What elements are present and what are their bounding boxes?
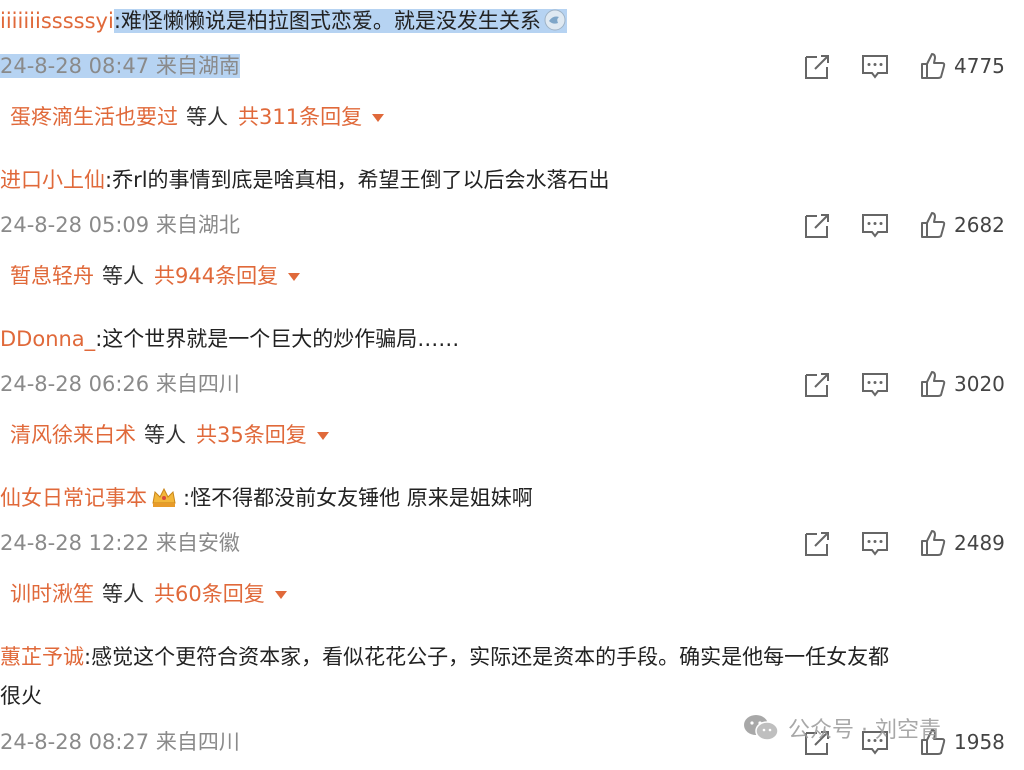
bubble-emoji-icon [543, 8, 567, 32]
reply-username[interactable]: 训时湫笙 [10, 582, 94, 606]
share-icon[interactable] [802, 48, 832, 84]
reply-others-label: 等人 [186, 105, 228, 129]
reply-summary[interactable]: 训时湫笙 等人 共60条回复 [10, 578, 287, 608]
reply-summary[interactable]: 蛋疼滴生活也要过 等人 共311条回复 [10, 101, 385, 131]
comment-username[interactable]: iiiiiiisssssyi [0, 9, 114, 33]
comment-meta: 24-8-28 12:22 来自安徽 [0, 531, 240, 555]
like-button[interactable]: 4775 [920, 48, 1005, 84]
like-count: 2682 [954, 213, 1005, 237]
reply-username[interactable]: 蛋疼滴生活也要过 [10, 105, 178, 129]
share-icon[interactable] [802, 525, 832, 561]
watermark-text: 公众号 · 刘空青 [788, 718, 941, 743]
comment-body: 感觉这个更符合资本家，看似花花公子，实际还是资本的手段。确实是他每一任女友都 [91, 645, 890, 669]
thumbs-up-icon [921, 212, 946, 238]
like-count: 1958 [954, 730, 1005, 754]
comment-item: 进口小上仙:乔rl的事情到底是啥真相，希望王倒了以后会水落石出 24-8-28 … [0, 159, 1024, 318]
like-count: 2489 [954, 531, 1005, 555]
colon: : [113, 9, 121, 33]
reply-count[interactable]: 共35条回复 [196, 423, 307, 447]
comment-actions: 2682 [802, 207, 1024, 243]
meta-text: 24-8-28 08:47 来自湖南 [0, 54, 240, 78]
comment-icon[interactable] [860, 48, 890, 84]
thumbs-up-icon [921, 371, 946, 397]
comment-meta: 24-8-28 08:47 来自湖南 [0, 50, 240, 80]
thumbs-up-icon [921, 530, 946, 556]
comment-item: iiiiiiisssssyi:难怪懒懒说是柏拉图式恋爱。就是没发生关系 24-8… [0, 0, 1024, 159]
comment-text-line: 进口小上仙:乔rl的事情到底是啥真相，希望王倒了以后会水落石出 [0, 165, 1014, 195]
comment-username[interactable]: 进口小上仙 [0, 168, 105, 192]
like-button[interactable]: 3020 [920, 366, 1005, 402]
comment-username[interactable]: 仙女日常记事本 [0, 486, 147, 510]
reply-others-label: 等人 [144, 423, 186, 447]
comment-actions: 3020 [802, 366, 1024, 402]
comment-username[interactable]: DDonna_ [0, 327, 95, 351]
like-button[interactable]: 2682 [920, 207, 1005, 243]
caret-down-icon[interactable] [274, 591, 287, 599]
comment-icon[interactable] [860, 525, 890, 561]
comment-body: 这个世界就是一个巨大的炒作骗局…… [102, 327, 460, 351]
share-icon[interactable] [802, 366, 832, 402]
share-icon[interactable] [802, 207, 832, 243]
comment-username[interactable]: 蕙芷予诚 [0, 645, 84, 669]
comment-text-line: iiiiiiisssssyi:难怪懒懒说是柏拉图式恋爱。就是没发生关系 [0, 6, 1014, 36]
comment-text-line: DDonna_:这个世界就是一个巨大的炒作骗局…… [0, 324, 1014, 354]
reply-summary[interactable]: 清风徐来白术 等人 共35条回复 [10, 419, 329, 449]
comment-icon[interactable] [860, 207, 890, 243]
comment-text-line: 蕙芷予诚:感觉这个更符合资本家，看似花花公子，实际还是资本的手段。确实是他每一任… [0, 642, 1014, 672]
comment-meta: 24-8-28 05:09 来自湖北 [0, 213, 240, 237]
comment-body: 怪不得都没前女友锤他 原来是姐妹啊 [190, 486, 533, 510]
caret-down-icon[interactable] [372, 114, 385, 122]
reply-summary[interactable]: 暂息轻舟 等人 共944条回复 [10, 260, 301, 290]
comment-body: 乔rl的事情到底是啥真相，希望王倒了以后会水落石出 [112, 168, 610, 192]
comment-actions: 2489 [802, 525, 1024, 561]
comment-body: 难怪懒懒说是柏拉图式恋爱。就是没发生关系 [120, 9, 541, 33]
reply-username[interactable]: 暂息轻舟 [10, 264, 94, 288]
comment-item: DDonna_:这个世界就是一个巨大的炒作骗局…… 24-8-28 06:26 … [0, 318, 1024, 477]
reply-others-label: 等人 [102, 582, 144, 606]
like-button[interactable]: 2489 [920, 525, 1005, 561]
watermark: 公众号 · 刘空青 [742, 708, 941, 748]
like-count: 4775 [954, 54, 1005, 78]
comment-actions: 4775 [802, 48, 1024, 84]
reply-others-label: 等人 [102, 264, 144, 288]
comment-item: 仙女日常记事本:怪不得都没前女友锤他 原来是姐妹啊 24-8-28 12:22 … [0, 477, 1024, 636]
caret-down-icon[interactable] [316, 432, 329, 440]
comment-text-line-2: 很火 [0, 684, 42, 708]
crown-badge-icon [151, 485, 177, 509]
thumbs-up-icon [921, 53, 946, 79]
like-count: 3020 [954, 372, 1005, 396]
reply-count[interactable]: 共60条回复 [154, 582, 265, 606]
comment-item: 蕙芷予诚:感觉这个更符合资本家，看似花花公子，实际还是资本的手段。确实是他每一任… [0, 636, 1024, 770]
wechat-logo-icon [744, 715, 779, 741]
comment-meta: 24-8-28 06:26 来自四川 [0, 372, 240, 396]
comment-meta: 24-8-28 08:27 来自四川 [0, 730, 240, 754]
reply-count[interactable]: 共311条回复 [238, 105, 362, 129]
selected-text: :难怪懒懒说是柏拉图式恋爱。就是没发生关系 [113, 8, 567, 33]
reply-count[interactable]: 共944条回复 [154, 264, 278, 288]
comment-text-line: 仙女日常记事本:怪不得都没前女友锤他 原来是姐妹啊 [0, 483, 1014, 513]
reply-username[interactable]: 清风徐来白术 [10, 423, 136, 447]
comment-icon[interactable] [860, 366, 890, 402]
caret-down-icon[interactable] [288, 273, 301, 281]
